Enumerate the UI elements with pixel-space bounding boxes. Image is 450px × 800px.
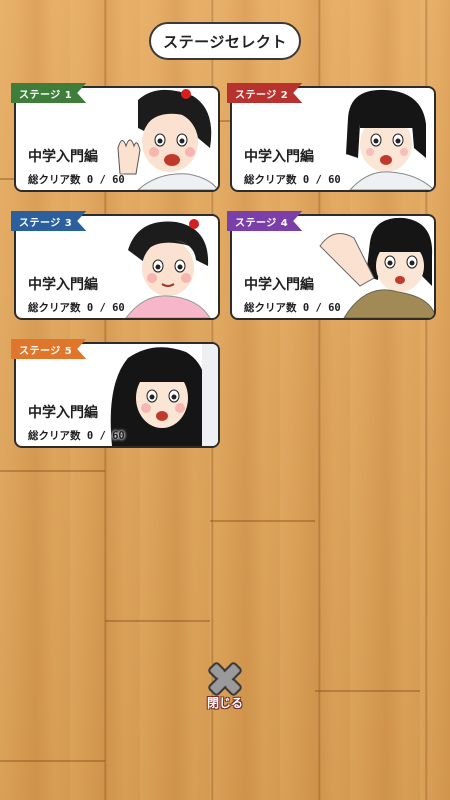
- clear-count: 総クリア数 0 / 60: [28, 430, 125, 442]
- page-title: ステージセレクト: [149, 22, 301, 60]
- stage-ribbon: ステージ 5: [11, 339, 87, 359]
- stage-title: 中学入門編: [28, 277, 98, 293]
- clear-count: 総クリア数 0 / 60: [244, 302, 341, 314]
- stage-ribbon: ステージ 4: [227, 211, 303, 231]
- stage-card-3[interactable]: ステージ 3 中学入門編 総クリア数 0 / 60: [11, 211, 220, 320]
- clear-count: 総クリア数 0 / 60: [244, 174, 341, 186]
- stage-title: 中学入門編: [244, 149, 314, 165]
- stage-card-5[interactable]: ステージ 5 中学入門編 総クリア数 0 / 60: [11, 339, 220, 448]
- stage-card-1[interactable]: ステージ 1 中学入門編 総クリア数 0 / 60: [11, 83, 220, 192]
- stage-title: 中学入門編: [28, 405, 98, 421]
- stage-ribbon: ステージ 1: [11, 83, 87, 103]
- stage-ribbon: ステージ 3: [11, 211, 87, 231]
- close-icon: [208, 662, 242, 696]
- stage-title: 中学入門編: [28, 149, 98, 165]
- stage-title: 中学入門編: [244, 277, 314, 293]
- stage-card-2[interactable]: ステージ 2 中学入門編 総クリア数 0 / 60: [227, 83, 436, 192]
- stage-card-4[interactable]: ステージ 4 中学入門編 総クリア数 0 / 60: [227, 211, 436, 320]
- clear-count: 総クリア数 0 / 60: [28, 174, 125, 186]
- close-button[interactable]: 閉じる: [202, 660, 248, 714]
- clear-count: 総クリア数 0 / 60: [28, 302, 125, 314]
- stage-ribbon: ステージ 2: [227, 83, 303, 103]
- close-label: 閉じる: [206, 696, 243, 710]
